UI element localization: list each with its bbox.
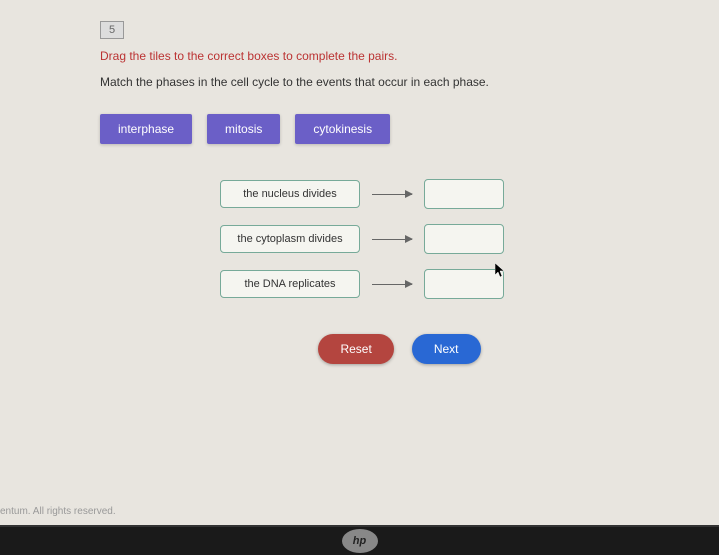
arrow-icon — [372, 239, 412, 240]
reset-button[interactable]: Reset — [318, 334, 393, 364]
pair-row: the nucleus divides — [220, 179, 619, 209]
tile-interphase[interactable]: interphase — [100, 114, 192, 144]
instruction-secondary: Match the phases in the cell cycle to th… — [100, 75, 619, 89]
tile-cytokinesis[interactable]: cytokinesis — [295, 114, 390, 144]
tiles-container: interphase mitosis cytokinesis — [100, 114, 619, 144]
footer-copyright: entum. All rights reserved. — [0, 506, 116, 517]
drop-zone-3[interactable] — [424, 269, 504, 299]
event-nucleus-divides: the nucleus divides — [220, 180, 360, 208]
drop-zone-1[interactable] — [424, 179, 504, 209]
arrow-icon — [372, 284, 412, 285]
instruction-primary: Drag the tiles to the correct boxes to c… — [100, 49, 619, 63]
laptop-bezel: hp — [0, 525, 719, 555]
question-number-badge: 5 — [100, 21, 124, 39]
next-button[interactable]: Next — [412, 334, 481, 364]
drop-zone-2[interactable] — [424, 224, 504, 254]
hp-logo: hp — [342, 529, 378, 553]
buttons-row: Reset Next — [180, 334, 619, 364]
pair-row: the DNA replicates — [220, 269, 619, 299]
event-dna-replicates: the DNA replicates — [220, 270, 360, 298]
pairs-container: the nucleus divides the cytoplasm divide… — [220, 179, 619, 299]
tile-mitosis[interactable]: mitosis — [207, 114, 280, 144]
pair-row: the cytoplasm divides — [220, 224, 619, 254]
event-cytoplasm-divides: the cytoplasm divides — [220, 225, 360, 253]
arrow-icon — [372, 194, 412, 195]
question-content: 5 Drag the tiles to the correct boxes to… — [0, 0, 719, 384]
